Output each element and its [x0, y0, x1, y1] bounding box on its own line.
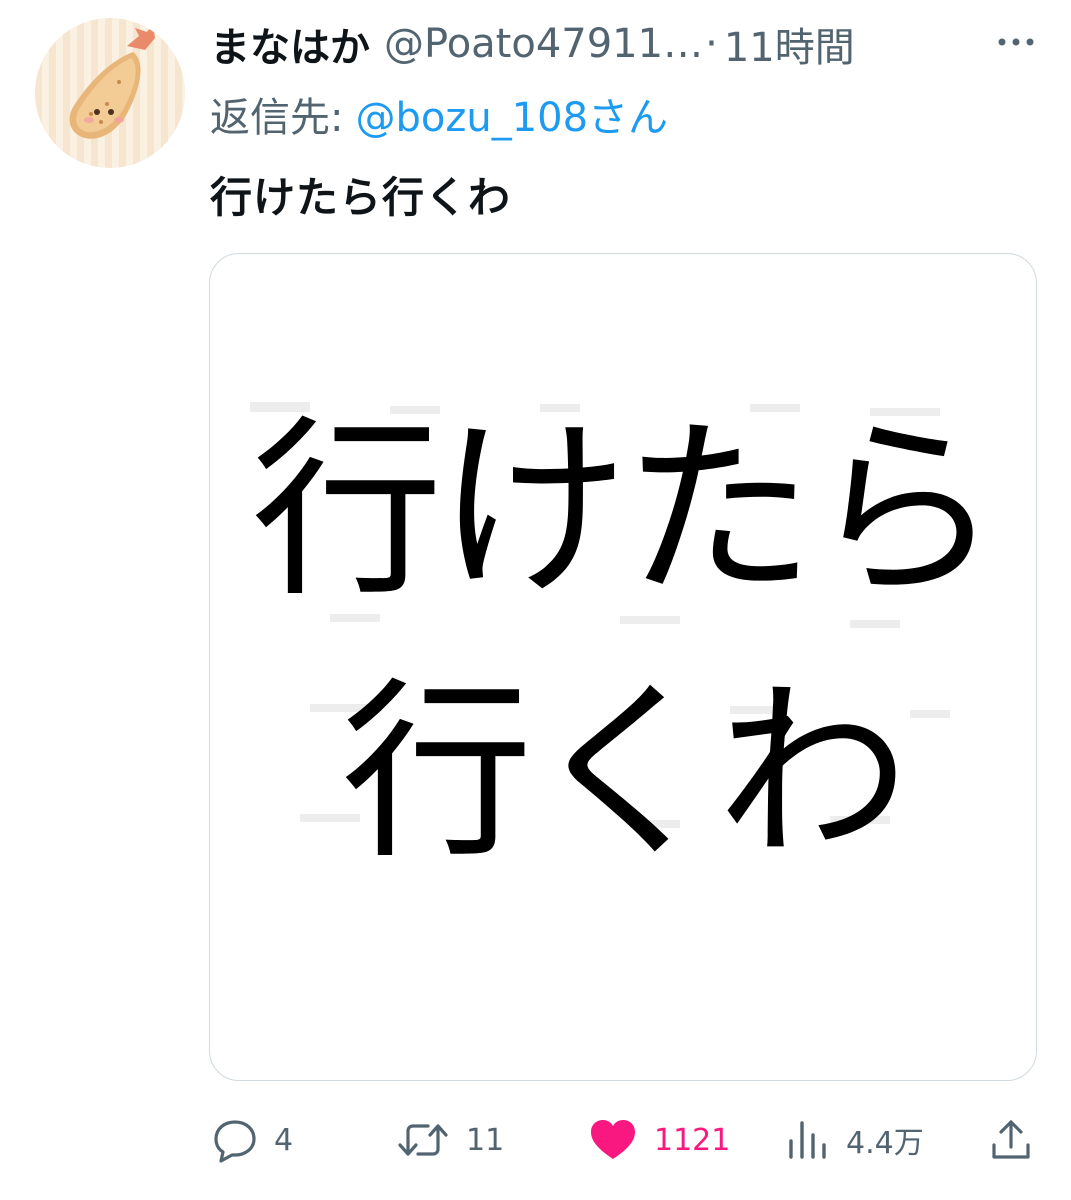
more-button[interactable]: [996, 28, 1036, 56]
reply-target-link[interactable]: @bozu_108さん: [355, 85, 668, 143]
like-count: 1121: [654, 1122, 731, 1158]
media-text-line-1: 行けたら: [251, 400, 1001, 623]
reply-context: 返信先: @bozu_108さん: [210, 86, 668, 142]
share-button[interactable]: [988, 1110, 1034, 1170]
reply-button[interactable]: 4: [212, 1110, 293, 1170]
heart-filled-icon: [591, 1120, 635, 1159]
timestamp[interactable]: 11時間: [724, 15, 855, 73]
like-button[interactable]: 1121: [588, 1110, 730, 1170]
reply-count: 4: [274, 1122, 294, 1158]
media-text-line-2: 行くわ: [341, 662, 909, 885]
tweet-media-image[interactable]: 行けたら 行くわ: [209, 253, 1037, 1081]
retweet-icon: [398, 1124, 448, 1156]
share-upload-icon: [992, 1120, 1030, 1159]
retweet-button[interactable]: 11: [396, 1110, 504, 1170]
avatar[interactable]: [35, 18, 185, 168]
tweet-header: まなはか @Poato47911… · 11時間: [210, 16, 855, 72]
fried-shrimp-icon: [35, 18, 185, 168]
tweet[interactable]: まなはか @Poato47911… · 11時間 返信先: @bozu_108さ…: [0, 0, 1071, 1200]
user-handle[interactable]: @Poato47911…: [384, 21, 703, 67]
views-count: 4.4万: [846, 1126, 924, 1161]
reply-bubble-icon: [214, 1120, 256, 1163]
tweet-text: 行けたら行くわ: [210, 173, 512, 222]
reply-prefix: 返信先:: [210, 95, 344, 141]
separator-dot: ·: [705, 21, 718, 67]
retweet-count: 11: [466, 1122, 505, 1158]
action-bar: 4 11 1121 4.4万: [0, 1110, 1071, 1170]
views-bar-chart-icon: [789, 1121, 826, 1159]
more-dots-icon: [998, 38, 1034, 46]
display-name[interactable]: まなはか: [210, 15, 370, 73]
views-button[interactable]: 4.4万: [786, 1110, 924, 1170]
